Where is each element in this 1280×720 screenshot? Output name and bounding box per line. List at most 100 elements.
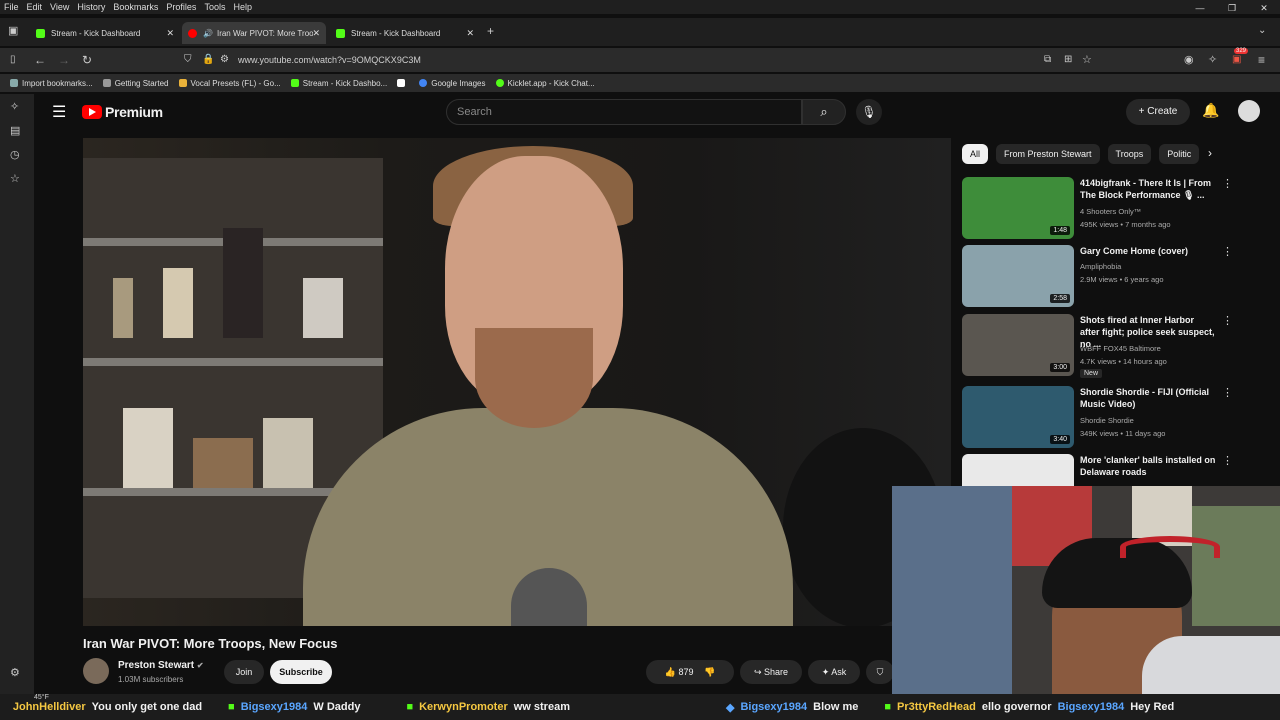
screenshot-icon[interactable]: ⧉: [1044, 52, 1051, 68]
tab-youtube[interactable]: 🔊 Iran War PIVOT: More Troo ✕: [182, 22, 326, 44]
webcam-overlay: [892, 486, 1280, 720]
video-thumbnail[interactable]: 3:00: [962, 314, 1074, 376]
chip-troops[interactable]: Troops: [1107, 144, 1152, 164]
recommendation-channel[interactable]: Shordie Shordie: [1080, 416, 1134, 425]
more-options-icon[interactable]: ⋮: [1222, 386, 1233, 399]
search-button[interactable]: ⌕: [802, 99, 846, 125]
menu-edit[interactable]: Edit: [23, 2, 47, 12]
video-thumbnail[interactable]: [962, 454, 1074, 486]
recommendation-item[interactable]: More 'clanker' balls installed on Delawa…: [962, 454, 1252, 486]
browser-menu-icon[interactable]: ≡: [1258, 52, 1265, 68]
tab-close-icon[interactable]: ✕: [466, 28, 474, 39]
channel-avatar[interactable]: [83, 658, 109, 684]
tab-overview-icon[interactable]: ▣: [8, 23, 18, 39]
recommendation-channel[interactable]: 4 Shooters Only™: [1080, 207, 1141, 216]
search-input[interactable]: Search: [446, 99, 802, 125]
history-icon[interactable]: ◷: [10, 148, 20, 161]
more-options-icon[interactable]: ⋮: [1222, 454, 1233, 467]
tab-close-icon[interactable]: ✕: [166, 28, 174, 39]
user-avatar[interactable]: [1238, 100, 1260, 122]
ai-icon[interactable]: ✧: [10, 100, 19, 113]
app-menubar: File Edit View History Bookmarks Profile…: [0, 0, 1280, 14]
forward-icon[interactable]: →: [58, 52, 70, 68]
notifications-bell-icon[interactable]: 🔔: [1202, 102, 1219, 119]
close-icon[interactable]: ✕: [1248, 0, 1280, 18]
save-button[interactable]: ⛉: [866, 660, 894, 684]
recommendation-title[interactable]: 414bigfrank - There It Is | From The Blo…: [1080, 177, 1216, 201]
more-options-icon[interactable]: ⋮: [1222, 177, 1233, 190]
extensions-icon[interactable]: ✧: [1208, 52, 1217, 68]
like-count[interactable]: 879: [678, 667, 693, 677]
bookmark-s[interactable]: [397, 79, 409, 87]
recommendation-item[interactable]: 1:48 414bigfrank - There It Is | From Th…: [962, 177, 1252, 239]
bookmark-import[interactable]: Import bookmarks...: [10, 79, 93, 88]
bookmark-getting-started[interactable]: Getting Started: [102, 79, 169, 88]
like-icon[interactable]: 👍: [665, 667, 676, 677]
chip-politics[interactable]: Politic: [1159, 144, 1200, 164]
settings-icon[interactable]: ⚙: [10, 666, 20, 679]
bookmark-kick-dashboard[interactable]: Stream - Kick Dashbo...: [290, 79, 387, 88]
bookmark-kicklet[interactable]: Kicklet.app - Kick Chat...: [495, 79, 595, 88]
restore-icon[interactable]: ❐: [1216, 0, 1248, 18]
voice-search-button[interactable]: 🎙: [856, 99, 882, 125]
tab-label: Stream - Kick Dashboard: [51, 28, 141, 38]
ask-label: Ask: [831, 667, 847, 677]
recommendation-title[interactable]: Shordie Shordie - FIJI (Official Music V…: [1080, 386, 1216, 410]
chip-from-channel[interactable]: From Preston Stewart: [996, 144, 1100, 164]
guide-menu-icon[interactable]: ☰: [52, 102, 66, 122]
menu-view[interactable]: View: [46, 2, 73, 12]
youtube-logo[interactable]: Premium: [82, 104, 163, 120]
menu-profiles[interactable]: Profiles: [162, 2, 200, 12]
reload-icon[interactable]: ↻: [82, 52, 92, 68]
tab-search-icon[interactable]: ⌄: [1258, 23, 1266, 39]
video-thumbnail[interactable]: 1:48: [962, 177, 1074, 239]
dislike-icon[interactable]: 👎: [704, 667, 715, 677]
tab-kick-dashboard-2[interactable]: Stream - Kick Dashboard ✕: [330, 22, 480, 44]
subscribe-button[interactable]: Subscribe: [270, 660, 332, 684]
bookmark-star-icon[interactable]: ☆: [1082, 52, 1092, 68]
recommendation-item[interactable]: 3:00 Shots fired at Inner Harbor after f…: [962, 314, 1252, 378]
share-button[interactable]: ↪ Share: [740, 660, 802, 684]
ask-button[interactable]: ✦ Ask: [808, 660, 860, 684]
favorites-icon[interactable]: ☆: [10, 172, 20, 185]
menu-tools[interactable]: Tools: [200, 2, 229, 12]
recommendation-channel[interactable]: WBFF FOX45 Baltimore: [1080, 344, 1161, 353]
webcam-headphones: [1120, 536, 1220, 558]
tab-kick-dashboard-1[interactable]: Stream - Kick Dashboard ✕: [30, 22, 180, 44]
video-player[interactable]: [83, 138, 951, 626]
video-title: Iran War PIVOT: More Troops, New Focus: [83, 636, 338, 651]
menu-file[interactable]: File: [0, 2, 23, 12]
account-icon[interactable]: ◉: [1184, 52, 1194, 68]
recommendation-title[interactable]: More 'clanker' balls installed on Delawa…: [1080, 454, 1216, 478]
video-thumbnail[interactable]: 3:40: [962, 386, 1074, 448]
reading-list-icon[interactable]: ▤: [10, 124, 20, 137]
chat-message: Blow me: [813, 701, 859, 713]
recommendation-title[interactable]: Gary Come Home (cover): [1080, 245, 1216, 257]
address-bar[interactable]: www.youtube.com/watch?v=9OMQCKX9C3M: [178, 50, 1100, 70]
more-options-icon[interactable]: ⋮: [1222, 314, 1233, 327]
bookmark-vocal-presets[interactable]: Vocal Presets (FL) - Go...: [178, 79, 281, 88]
recommendation-item[interactable]: 3:40 Shordie Shordie - FIJI (Official Mu…: [962, 386, 1252, 448]
new-tab-icon[interactable]: +: [487, 23, 494, 39]
recommendation-channel[interactable]: Ampliphobia: [1080, 262, 1121, 271]
audio-icon[interactable]: 🔊: [203, 29, 213, 38]
install-icon[interactable]: ⊞: [1064, 52, 1072, 68]
extension-badge-icon[interactable]: ▣: [1232, 52, 1241, 68]
channel-name[interactable]: Preston Stewart ✔: [118, 660, 204, 671]
chevron-right-icon[interactable]: ›: [1208, 146, 1212, 160]
more-options-icon[interactable]: ⋮: [1222, 245, 1233, 258]
menu-help[interactable]: Help: [229, 2, 256, 12]
chat-message: ello governor: [981, 701, 1052, 713]
menu-history[interactable]: History: [73, 2, 109, 12]
video-thumbnail[interactable]: 2:58: [962, 245, 1074, 307]
menu-bookmarks[interactable]: Bookmarks: [109, 2, 162, 12]
recommendation-item[interactable]: 2:58 Gary Come Home (cover) Ampliphobia …: [962, 245, 1252, 307]
minimize-icon[interactable]: —: [1184, 0, 1216, 18]
back-icon[interactable]: ←: [34, 52, 46, 68]
sidebar-toggle-icon[interactable]: ▯: [10, 52, 16, 68]
create-button[interactable]: + Create: [1126, 99, 1190, 125]
chip-all[interactable]: All: [962, 144, 989, 164]
join-button[interactable]: Join: [224, 660, 264, 684]
tab-close-icon[interactable]: ✕: [312, 28, 320, 39]
bookmark-google-images[interactable]: Google Images: [419, 79, 486, 88]
